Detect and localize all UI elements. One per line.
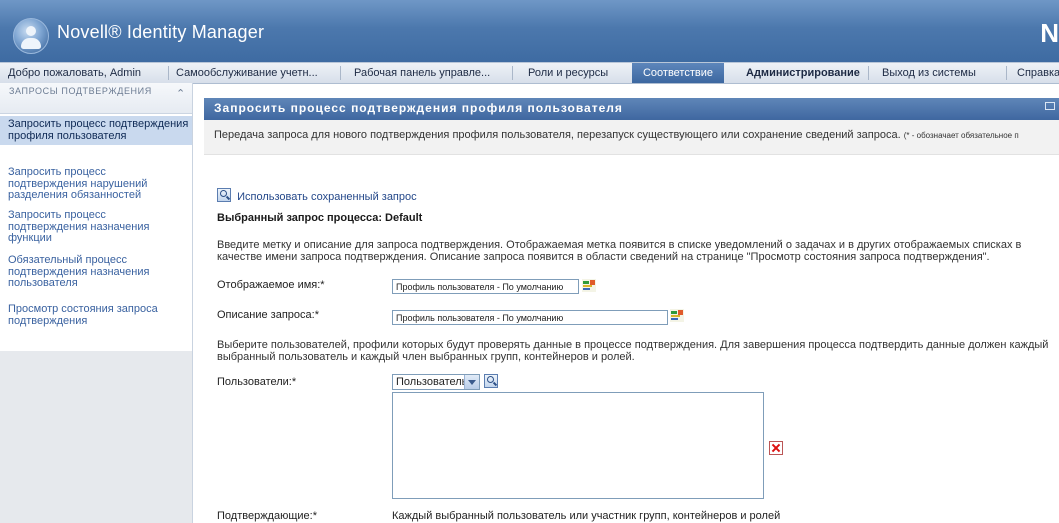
nav-logout[interactable]: Выход из системы (882, 63, 976, 83)
language-picker-icon[interactable] (670, 309, 684, 322)
nav-compliance[interactable]: Соответствие (632, 63, 724, 83)
sidebar-section-title: ЗАПРОСЫ ПОДТВЕРЖДЕНИЯ (9, 86, 152, 96)
delete-icon[interactable] (769, 441, 783, 455)
search-icon[interactable] (217, 188, 231, 202)
description-band: Передача запроса для нового подтверждени… (204, 120, 1059, 155)
sidebar-section-header[interactable]: ЗАПРОСЫ ПОДТВЕРЖДЕНИЯ ⌃ (0, 83, 192, 114)
users-intro-text: Выберите пользователей, профили которых … (217, 339, 1049, 363)
display-name-label: Отображаемое имя:* (217, 279, 325, 291)
novell-logo: N (1040, 18, 1059, 48)
sidebar-item-user-profile-attestation[interactable]: Запросить процесс подтверждения профиля … (0, 116, 192, 145)
sidebar: ЗАПРОСЫ ПОДТВЕРЖДЕНИЯ ⌃ Запросить процес… (0, 83, 193, 523)
user-type-select[interactable]: Пользователь (392, 374, 480, 390)
selected-request-text: Выбранный запрос процесса: Default (217, 212, 423, 224)
required-note: (* - обозначает обязательное п (903, 131, 1019, 140)
display-name-field[interactable]: Профиль пользователя - По умолчанию (392, 279, 579, 294)
sidebar-item-user-assignment-attestation[interactable]: Обязательный процесс подтверждения назна… (8, 254, 184, 290)
request-description-label: Описание запроса:* (217, 309, 319, 321)
collapse-icon[interactable]: ⌃ (176, 87, 185, 100)
app-title: Novell® Identity Manager (57, 22, 265, 42)
nav-roles-resources[interactable]: Роли и ресурсы (528, 63, 608, 83)
attesters-label: Подтверждающие:* (217, 510, 317, 522)
nav-administration[interactable]: Администрирование (746, 63, 860, 83)
page-title: Запросить процесс подтверждения профиля … (214, 101, 623, 115)
user-type-select-value: Пользователь (396, 376, 468, 388)
app-header: Novell® Identity Manager N (0, 0, 1059, 62)
use-saved-request-label[interactable]: Использовать сохраненный запрос (237, 191, 417, 203)
user-logo-icon (13, 18, 49, 54)
use-saved-request-link[interactable]: Использовать сохраненный запрос (217, 188, 417, 203)
sidebar-item-attestation-status[interactable]: Просмотр состояния запроса подтверждения (8, 303, 184, 327)
welcome-text: Добро пожаловать, Admin (8, 67, 142, 79)
intro-text: Введите метку и описание для запроса под… (217, 239, 1022, 263)
sidebar-footer (0, 351, 192, 523)
window-icon[interactable] (1045, 102, 1055, 110)
chevron-down-icon[interactable] (464, 375, 479, 389)
sidebar-item-role-assignment-attestation[interactable]: Запросить процесс подтверждения назначен… (8, 209, 184, 245)
users-label: Пользователи:* (217, 376, 297, 388)
language-picker-icon[interactable] (582, 279, 596, 292)
nav-self-service[interactable]: Самообслуживание учетн... (176, 63, 318, 83)
request-description-field[interactable]: Профиль пользователя - По умолчанию (392, 310, 668, 325)
page-description-text: Передача запроса для нового подтверждени… (214, 129, 901, 141)
nav-help[interactable]: Справка (1017, 63, 1059, 83)
main-title-bar: Запросить процесс подтверждения профиля … (204, 98, 1059, 120)
top-nav: Добро пожаловать, Admin Самообслуживание… (0, 62, 1059, 84)
attesters-value: Каждый выбранный пользователь или участн… (392, 510, 781, 522)
search-icon[interactable] (484, 374, 498, 388)
sidebar-item-sod-attestation[interactable]: Запросить процесс подтверждения нарушени… (8, 166, 184, 202)
selected-users-list[interactable] (392, 392, 764, 499)
nav-dashboard[interactable]: Рабочая панель управле... (354, 63, 490, 83)
page-description: Передача запроса для нового подтверждени… (214, 129, 1019, 141)
